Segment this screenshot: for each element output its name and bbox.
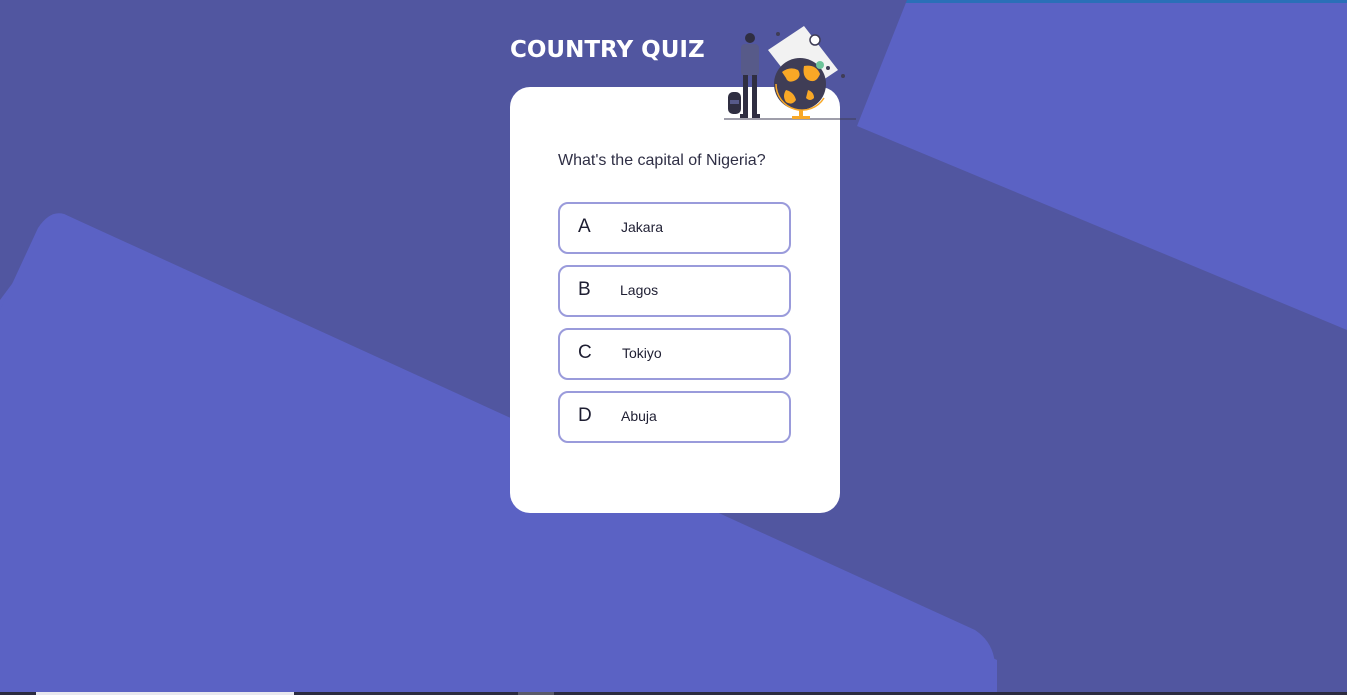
option-text: Lagos xyxy=(620,282,659,298)
option-a-button[interactable]: A Jakara xyxy=(558,202,791,254)
traveler-globe-icon xyxy=(724,26,856,120)
option-text: Tokiyo xyxy=(622,345,662,361)
option-c-button[interactable]: C Tokiyo xyxy=(558,328,791,380)
option-letter: C xyxy=(578,342,592,363)
quiz-card: What's the capital of Nigeria? A Jakara … xyxy=(510,87,840,513)
option-letter: A xyxy=(578,216,591,237)
option-text: Jakara xyxy=(621,219,664,235)
option-d-button[interactable]: D Abuja xyxy=(558,391,791,443)
option-text: Abuja xyxy=(621,408,657,424)
option-letter: B xyxy=(578,279,591,300)
page-title: COUNTRY QUIZ xyxy=(510,37,705,63)
option-letter: D xyxy=(578,405,592,426)
quiz-page: COUNTRY QUIZ What's the capital of Niger… xyxy=(0,0,1347,695)
question-text: What's the capital of Nigeria? xyxy=(558,152,766,169)
option-b-button[interactable]: B Lagos xyxy=(558,265,791,317)
